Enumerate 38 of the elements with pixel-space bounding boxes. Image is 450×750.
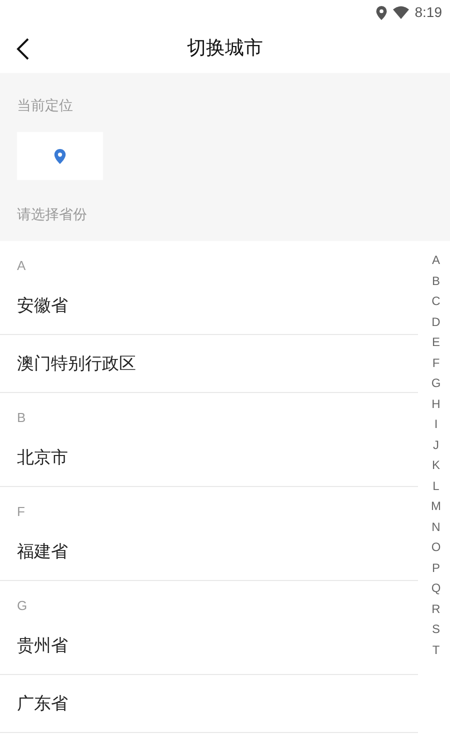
province-item[interactable]: 安徽省 (0, 277, 418, 335)
province-item[interactable]: 福建省 (0, 523, 418, 581)
status-time: 8:19 (414, 3, 442, 22)
location-icon (376, 6, 387, 20)
section-letter: G (17, 596, 28, 614)
index-letter[interactable]: D (432, 312, 440, 332)
index-letter[interactable]: Q (431, 578, 441, 598)
index-letter[interactable]: I (434, 414, 438, 434)
wifi-icon (392, 6, 409, 19)
section-label: 请选择省份 (17, 205, 88, 224)
section-letter: A (17, 256, 26, 274)
index-letter[interactable]: S (432, 619, 440, 640)
index-letter[interactable]: C (432, 291, 440, 312)
index-letter[interactable]: P (432, 558, 440, 578)
province-item[interactable]: 北京市 (0, 429, 418, 487)
index-letter[interactable]: F (432, 352, 440, 373)
index-letter[interactable]: E (432, 332, 440, 352)
index-letter[interactable]: K (432, 455, 440, 476)
current-location-button[interactable] (17, 132, 103, 180)
section-letter: F (17, 502, 25, 520)
index-letter[interactable]: O (431, 537, 441, 558)
index-letter[interactable]: A (432, 250, 440, 270)
province-item[interactable]: 澳门特别行政区 (0, 335, 418, 393)
section-label: 当前定位 (17, 96, 74, 115)
index-letter[interactable]: H (432, 394, 440, 414)
province-item[interactable]: 广东省 (0, 675, 418, 733)
location-pin-icon (54, 148, 66, 164)
index-letter[interactable]: J (433, 434, 439, 455)
index-letter[interactable]: G (431, 373, 441, 394)
index-letter[interactable]: T (432, 640, 440, 660)
index-letter[interactable]: N (432, 516, 440, 537)
section-letter: B (17, 408, 26, 426)
index-letter[interactable]: M (431, 496, 441, 516)
page-title: 切换城市 (187, 36, 263, 61)
index-letter[interactable]: R (432, 598, 440, 619)
index-letter[interactable]: L (432, 476, 440, 496)
province-item[interactable]: 贵州省 (0, 617, 418, 675)
index-letter[interactable]: B (432, 270, 440, 291)
